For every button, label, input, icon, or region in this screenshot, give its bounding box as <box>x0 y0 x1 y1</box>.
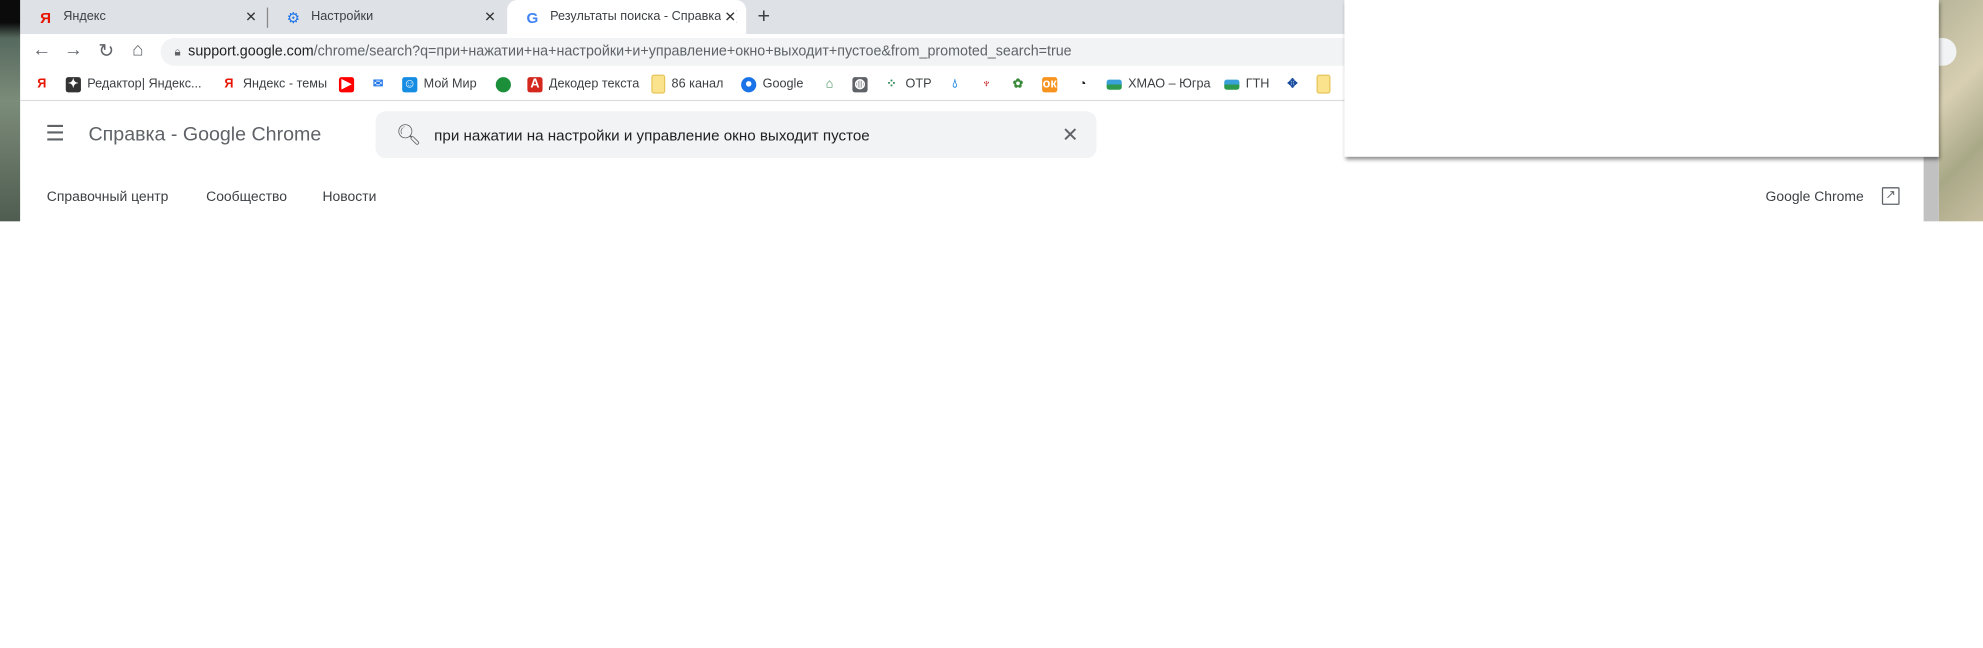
forward-button[interactable]: → <box>61 39 86 60</box>
home-button[interactable]: ⌂ <box>125 39 150 60</box>
gear-icon: ⚙ <box>286 8 301 26</box>
bookmark-label: Редактор| Яндекс... <box>87 77 202 92</box>
bookmark-item[interactable]: Я <box>34 75 55 94</box>
bookmark-item[interactable]: 86 канал <box>651 74 724 94</box>
bookmark-item[interactable] <box>495 75 517 94</box>
drop-icon: 💧︎ <box>947 76 963 92</box>
blank-settings-popup <box>1344 0 1939 157</box>
zen-icon: ✦ <box>65 76 81 92</box>
bookmark-item[interactable]: ГТН <box>1224 75 1269 94</box>
bookmark-item[interactable]: ◍ <box>852 75 873 94</box>
bookmark-item[interactable]: A Декодер текста <box>527 75 639 94</box>
bookmark-item[interactable]: ✦ Редактор| Яндекс... <box>65 75 202 94</box>
bookmark-label: Яндекс - темы <box>242 77 328 92</box>
page-title: Справка - Google Chrome <box>88 123 322 146</box>
youtube-icon: ▶ <box>338 76 355 92</box>
url-host: support.google.com <box>188 44 314 60</box>
bookmark-label: OTP <box>905 77 932 92</box>
globe-icon: ◍ <box>852 76 868 92</box>
tab-title: Настройки <box>311 10 374 25</box>
red-emblem-icon: ♆ <box>978 76 995 92</box>
close-tab-icon[interactable]: ✕ <box>245 9 257 25</box>
bookmark-item[interactable]: ☺ Мой Мир <box>402 75 477 94</box>
yandex-icon: Я <box>40 8 51 26</box>
help-search-box[interactable]: 🔍︎ при нажатии на настройки и управление… <box>375 111 1097 159</box>
new-tab-button[interactable]: + <box>758 4 771 29</box>
eagle-emblem-icon: ✥ <box>1284 76 1301 92</box>
bug-icon: ✿ <box>1010 76 1026 92</box>
desktop-wallpaper <box>0 0 21 222</box>
bookmark-label: Декодер текста <box>548 77 640 92</box>
clear-search-icon[interactable]: ✕ <box>1062 122 1079 147</box>
bookmark-item[interactable]: ◔ <box>1074 75 1097 94</box>
bookmark-item[interactable]: ✿ <box>1010 75 1031 94</box>
flag-icon <box>1106 79 1122 90</box>
reload-button[interactable]: ↻ <box>94 39 119 61</box>
close-tab-icon[interactable]: ✕ <box>720 8 737 26</box>
back-button[interactable]: ← <box>29 39 54 60</box>
als-icon: A <box>527 76 543 92</box>
speedometer-icon: ◔ <box>1074 76 1091 92</box>
tab-search-results[interactable]: G Результаты поиска - Справка - ( ✕ <box>507 0 747 35</box>
menu-icon[interactable]: ☰ <box>46 121 65 146</box>
bookmark-item[interactable] <box>1316 74 1337 94</box>
nav-community[interactable]: Сообщество <box>206 190 287 205</box>
search-icon: 🔍︎ <box>395 124 422 147</box>
bookmark-item[interactable]: 💧︎ <box>947 75 968 94</box>
scrollbar[interactable] <box>1923 156 1939 222</box>
bookmark-item[interactable]: ✥ <box>1284 75 1306 94</box>
bookmark-item[interactable]: ок <box>1042 75 1064 94</box>
tab-title: Результаты поиска - Справка - ( <box>550 10 737 25</box>
folder-icon <box>1316 74 1331 94</box>
bookmark-label: ХМАО – Югра <box>1128 77 1211 92</box>
green-circle-icon <box>495 76 511 92</box>
folder-icon <box>651 74 666 94</box>
bookmark-label: 86 канал <box>671 77 724 92</box>
google-icon: G <box>526 8 539 26</box>
moimir-icon: ☺ <box>402 76 418 92</box>
bookmark-item[interactable]: ● Google <box>741 75 803 94</box>
bookmark-item[interactable]: ♆ <box>978 75 1000 94</box>
odnoklassniki-icon: ок <box>1042 76 1058 92</box>
bookmark-item[interactable]: ⌂ <box>822 75 843 94</box>
tab-yandex[interactable]: Я Яндекс ✕ <box>20 0 267 34</box>
desktop-wallpaper <box>1938 0 1983 222</box>
yandex-icon: Я <box>221 76 237 92</box>
portrait-icon: ⌂ <box>822 76 838 92</box>
mail-icon: ✉ <box>370 76 386 92</box>
bookmark-label: ГТН <box>1245 77 1270 92</box>
lock-icon: 🔒︎ <box>174 44 181 58</box>
flag-icon <box>1224 79 1240 90</box>
otp-icon: ⁘ <box>884 76 900 92</box>
bookmark-item[interactable]: ✉ <box>370 75 392 94</box>
bookmark-item[interactable]: Я Яндекс - темы <box>221 75 327 94</box>
bookmark-item[interactable]: ⁘ OTP <box>884 75 932 94</box>
nav-help-center[interactable]: Справочный центр <box>47 190 169 205</box>
tab-title: Яндекс <box>63 10 106 25</box>
account-icon: ● <box>741 76 757 92</box>
open-external-icon[interactable]: ↗ <box>1881 187 1900 205</box>
bookmark-label: Мой Мир <box>423 77 477 92</box>
yandex-icon: Я <box>34 76 50 92</box>
bookmark-item[interactable]: ХМАО – Югра <box>1106 75 1211 94</box>
search-input[interactable]: при нажатии на настройки и управление ок… <box>434 126 1062 144</box>
tab-settings[interactable]: ⚙ Настройки ✕ <box>268 0 506 34</box>
close-tab-icon[interactable]: ✕ <box>484 9 496 25</box>
bookmark-item[interactable]: ▶ <box>338 75 360 94</box>
product-link[interactable]: Google Chrome <box>1766 190 1864 205</box>
bookmark-label: Google <box>762 77 804 92</box>
nav-news[interactable]: Новости <box>322 190 376 205</box>
url-path: /chrome/search?q=при+нажатии+на+настройк… <box>313 44 1072 60</box>
